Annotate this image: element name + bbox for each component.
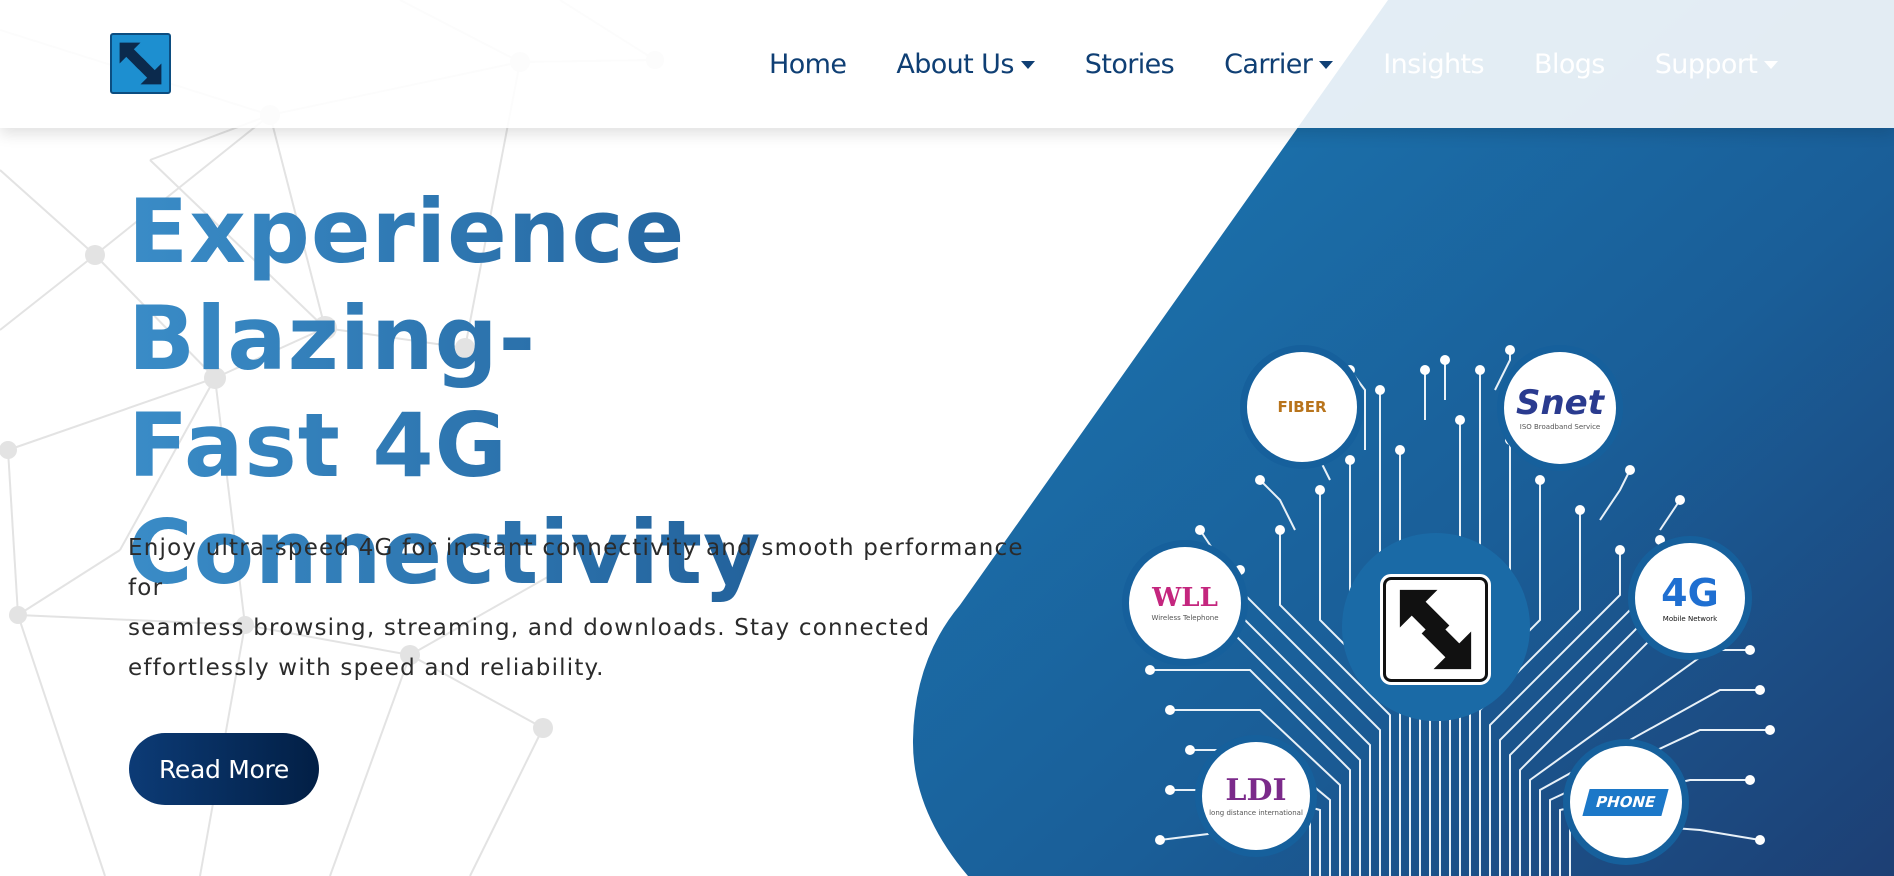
hero-description-line-4: effortlessly with speed and reliability.: [128, 655, 605, 681]
chevron-down-icon: [1764, 61, 1779, 69]
chevron-down-icon: [1319, 61, 1334, 69]
wll-sub: Wireless Telephone: [1151, 613, 1219, 622]
phone-badge[interactable]: PHONE: [1570, 746, 1682, 858]
wll-label: WLL: [1152, 582, 1218, 613]
site-logo[interactable]: [110, 33, 171, 94]
hero-description-line-2: for: [128, 575, 164, 601]
wll-badge[interactable]: WLL Wireless Telephone: [1129, 547, 1241, 659]
nav-carrier-label: Carrier: [1224, 48, 1313, 80]
hero-description-line-3: seamless browsing, streaming, and downlo…: [128, 615, 931, 641]
4g-label: 4G: [1661, 570, 1719, 615]
4g-badge[interactable]: 4G Mobile Network: [1635, 543, 1745, 653]
nav-home[interactable]: Home: [769, 48, 847, 80]
fiber-badge[interactable]: FIBER: [1247, 352, 1357, 462]
hero-description: Enjoy ultra-speed 4G for instant connect…: [128, 528, 1048, 688]
ldi-badge[interactable]: LDI long distance international: [1202, 742, 1310, 850]
nav-about-us-label: About Us: [896, 48, 1014, 80]
hero-description-line-1: Enjoy ultra-speed 4G for instant connect…: [128, 535, 1024, 561]
main-navigation: Home About Us Stories Carrier Insights B…: [769, 44, 1828, 84]
nav-home-label: Home: [769, 48, 847, 80]
brand-arrows-icon: [1380, 574, 1491, 685]
nav-support-label: Support: [1654, 48, 1758, 80]
nav-support[interactable]: Support: [1655, 49, 1779, 80]
hero-title-line-2: Fast 4G: [128, 394, 508, 497]
nav-insights-label: Insights: [1383, 48, 1485, 80]
nav-stories[interactable]: Stories: [1084, 48, 1175, 80]
hero-title-line-1: Experience Blazing-: [128, 180, 686, 390]
chevron-down-icon: [1020, 61, 1035, 69]
nav-about-us[interactable]: About Us: [896, 48, 1035, 80]
nav-blogs[interactable]: Blogs: [1534, 49, 1605, 80]
snet-sub: ISO Broadband Service: [1519, 422, 1601, 431]
nav-insights[interactable]: Insights: [1383, 49, 1484, 80]
ldi-label: LDI: [1225, 772, 1287, 808]
nav-stories-label: Stories: [1084, 48, 1175, 80]
nav-carrier[interactable]: Carrier: [1224, 48, 1334, 80]
phone-label: PHONE: [1582, 788, 1670, 816]
snet-badge[interactable]: Snet ISO Broadband Service: [1504, 352, 1616, 464]
arrows-diagonal-icon: [119, 42, 162, 85]
nav-blogs-label: Blogs: [1534, 48, 1605, 80]
ldi-sub: long distance international: [1209, 808, 1303, 817]
read-more-button[interactable]: Read More: [129, 733, 319, 805]
snet-label: Snet: [1515, 382, 1604, 423]
fiber-label: FIBER: [1277, 397, 1327, 416]
4g-sub: Mobile Network: [1662, 614, 1718, 623]
site-header: Home About Us Stories Carrier Insights B…: [0, 0, 1894, 128]
